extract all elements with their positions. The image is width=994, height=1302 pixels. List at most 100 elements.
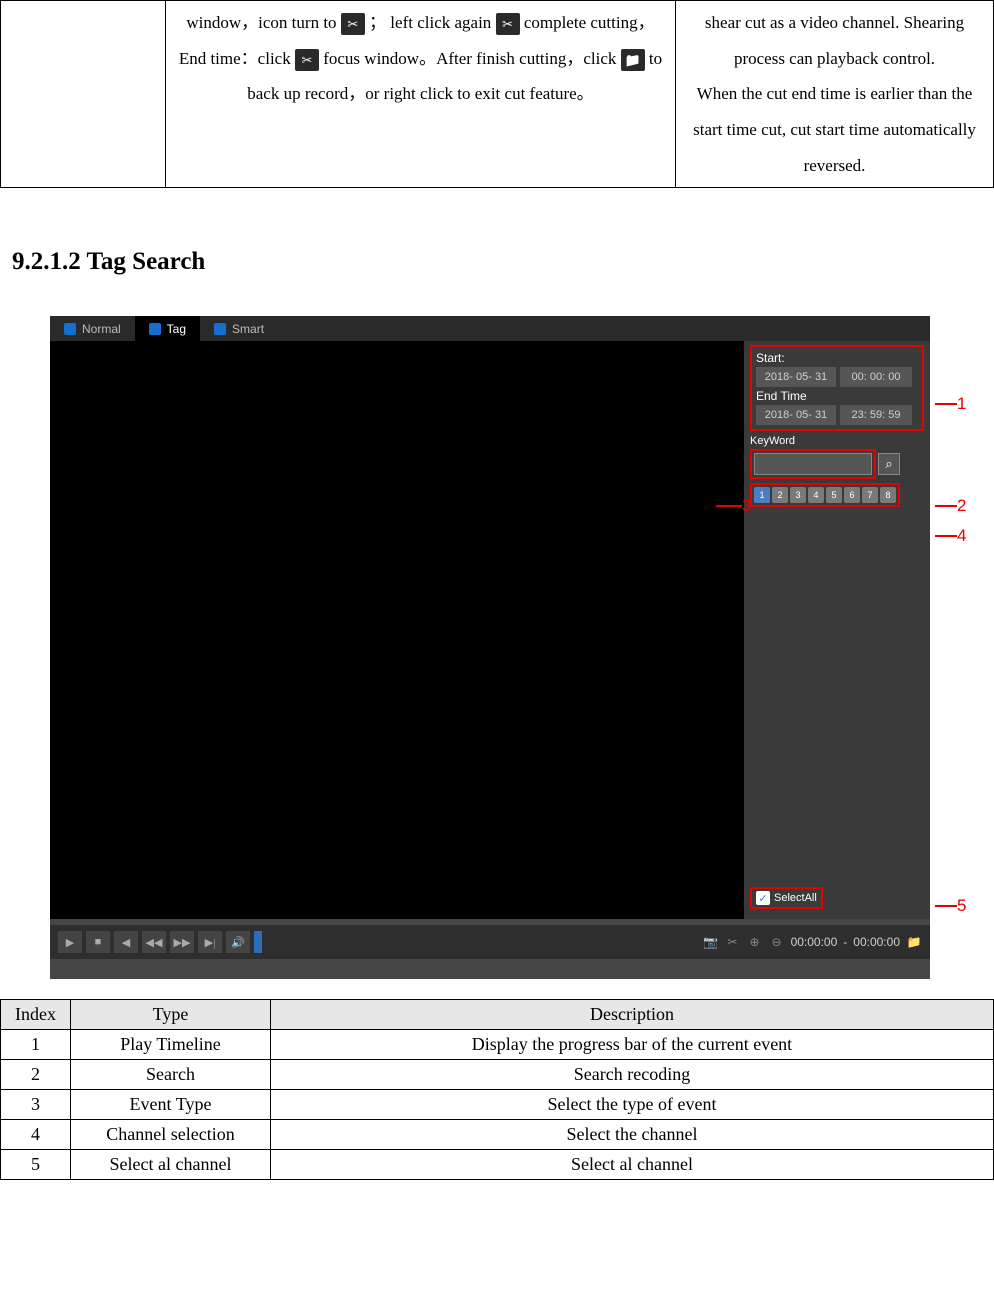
- tab-bar: Normal Tag Smart: [50, 316, 930, 341]
- channel-btn-7[interactable]: 7: [862, 487, 878, 503]
- callout-num: 1: [957, 394, 966, 414]
- bottom-strip: [50, 959, 930, 979]
- start-date-input[interactable]: [756, 367, 836, 387]
- channel-buttons: 1 2 3 4 5 6 7 8: [754, 487, 896, 503]
- video-viewport: [50, 341, 744, 919]
- keyword-input[interactable]: [754, 453, 872, 475]
- tag-search-screenshot: Normal Tag Smart Start: End Time: [50, 316, 930, 979]
- start-time-input[interactable]: [840, 367, 912, 387]
- callout-num: 5: [957, 896, 966, 916]
- cell-desc: Search recoding: [271, 1060, 994, 1090]
- time-sep: -: [843, 935, 847, 949]
- tab-smart-icon: [214, 323, 226, 335]
- frame-button[interactable]: ▶|: [198, 931, 222, 953]
- cell-index: 2: [1, 1060, 71, 1090]
- callout-num: 4: [957, 526, 966, 546]
- selectall-label: SelectAll: [774, 892, 817, 904]
- time-right: 00:00:00: [853, 935, 900, 949]
- cell-type: Channel selection: [71, 1120, 271, 1150]
- cell-desc: Display the progress bar of the current …: [271, 1030, 994, 1060]
- export-folder-icon[interactable]: 📁: [906, 934, 922, 950]
- stop-button[interactable]: ■: [86, 931, 110, 953]
- cell-type: Search: [71, 1060, 271, 1090]
- channel-buttons-highlight: 1 2 3 4 5 6 7 8: [750, 483, 900, 507]
- scissors-icon: [496, 13, 520, 35]
- cell-index: 1: [1, 1030, 71, 1060]
- scissors-icon: [341, 13, 365, 35]
- cell-type: Select al channel: [71, 1150, 271, 1180]
- zoom-out-icon[interactable]: ⊖: [769, 934, 785, 950]
- keyword-row: ⌕: [750, 449, 924, 479]
- reverse-button[interactable]: ◀: [114, 931, 138, 953]
- time-range-block: Start: End Time: [750, 345, 924, 431]
- tab-smart[interactable]: Smart: [200, 316, 278, 341]
- tab-normal[interactable]: Normal: [50, 316, 135, 341]
- table-row: 1 Play Timeline Display the progress bar…: [1, 1030, 994, 1060]
- top-partial-table: window，icon turn to ； left click again c…: [0, 0, 994, 188]
- text: window，icon turn to: [186, 13, 340, 32]
- channel-btn-1[interactable]: 1: [754, 487, 770, 503]
- search-button[interactable]: ⌕: [878, 453, 900, 475]
- cell-desc: Select the channel: [271, 1120, 994, 1150]
- slow-button[interactable]: ◀◀: [142, 931, 166, 953]
- channel-btn-6[interactable]: 6: [844, 487, 860, 503]
- table-header-row: Index Type Description: [1, 1000, 994, 1030]
- selectall-checkbox[interactable]: ✓ SelectAll: [756, 891, 817, 905]
- text: complete cutting，: [524, 13, 655, 32]
- snapshot-icon[interactable]: 📷: [703, 934, 719, 950]
- tab-tag-icon: [149, 323, 161, 335]
- callout-2: 2: [935, 496, 966, 516]
- cell-type: Play Timeline: [71, 1030, 271, 1060]
- th-type: Type: [71, 1000, 271, 1030]
- table-row: 3 Event Type Select the type of event: [1, 1090, 994, 1120]
- top-col1-empty: [1, 1, 166, 188]
- callout-num: 2: [957, 496, 966, 516]
- cell-type: Event Type: [71, 1090, 271, 1120]
- tab-label: Normal: [82, 322, 121, 336]
- channel-btn-8[interactable]: 8: [880, 487, 896, 503]
- mute-button[interactable]: 🔊: [226, 931, 250, 953]
- cell-index: 5: [1, 1150, 71, 1180]
- callout-num: 3: [742, 496, 751, 516]
- cell-desc: Select the type of event: [271, 1090, 994, 1120]
- tab-tag[interactable]: Tag: [135, 316, 200, 341]
- tab-label: Smart: [232, 322, 264, 336]
- cell-desc: Select al channel: [271, 1150, 994, 1180]
- keyword-label: KeyWord: [750, 435, 924, 447]
- cell-index: 4: [1, 1120, 71, 1150]
- tab-normal-icon: [64, 323, 76, 335]
- fast-button[interactable]: ▶▶: [170, 931, 194, 953]
- keyword-input-highlight: [750, 449, 876, 479]
- text: focus window。After finish cutting，click: [323, 49, 616, 68]
- channel-btn-4[interactable]: 4: [808, 487, 824, 503]
- tab-label: Tag: [167, 322, 186, 336]
- end-label: End Time: [756, 387, 918, 405]
- zoom-in-icon[interactable]: ⊕: [747, 934, 763, 950]
- volume-level[interactable]: [254, 931, 262, 953]
- callout-3: 3: [716, 496, 751, 516]
- section-heading: 9.2.1.2 Tag Search: [12, 248, 994, 276]
- cell-index: 3: [1, 1090, 71, 1120]
- end-time-input[interactable]: [840, 405, 912, 425]
- time-left: 00:00:00: [791, 935, 838, 949]
- cut-icon[interactable]: ✂: [725, 934, 741, 950]
- channel-btn-3[interactable]: 3: [790, 487, 806, 503]
- th-index: Index: [1, 1000, 71, 1030]
- channel-btn-2[interactable]: 2: [772, 487, 788, 503]
- index-description-table: Index Type Description 1 Play Timeline D…: [0, 999, 994, 1180]
- callout-4: 4: [935, 526, 966, 546]
- table-row: 4 Channel selection Select the channel: [1, 1120, 994, 1150]
- end-date-input[interactable]: [756, 405, 836, 425]
- scissors-icon: [295, 49, 319, 71]
- play-button[interactable]: ▶: [58, 931, 82, 953]
- check-icon: ✓: [756, 891, 770, 905]
- playbar-right: 📷 ✂ ⊕ ⊖ 00:00:00 - 00:00:00 📁: [703, 934, 922, 950]
- callout-1: 1: [935, 394, 966, 414]
- top-col2-cell: window，icon turn to ； left click again c…: [166, 1, 676, 188]
- channel-btn-5[interactable]: 5: [826, 487, 842, 503]
- screenshot-wrap: Normal Tag Smart Start: End Time: [0, 316, 994, 979]
- start-label: Start:: [756, 349, 918, 367]
- selectall-highlight: ✓ SelectAll: [750, 887, 823, 909]
- text: ； left click again: [369, 13, 491, 32]
- callout-5: 5: [935, 896, 966, 916]
